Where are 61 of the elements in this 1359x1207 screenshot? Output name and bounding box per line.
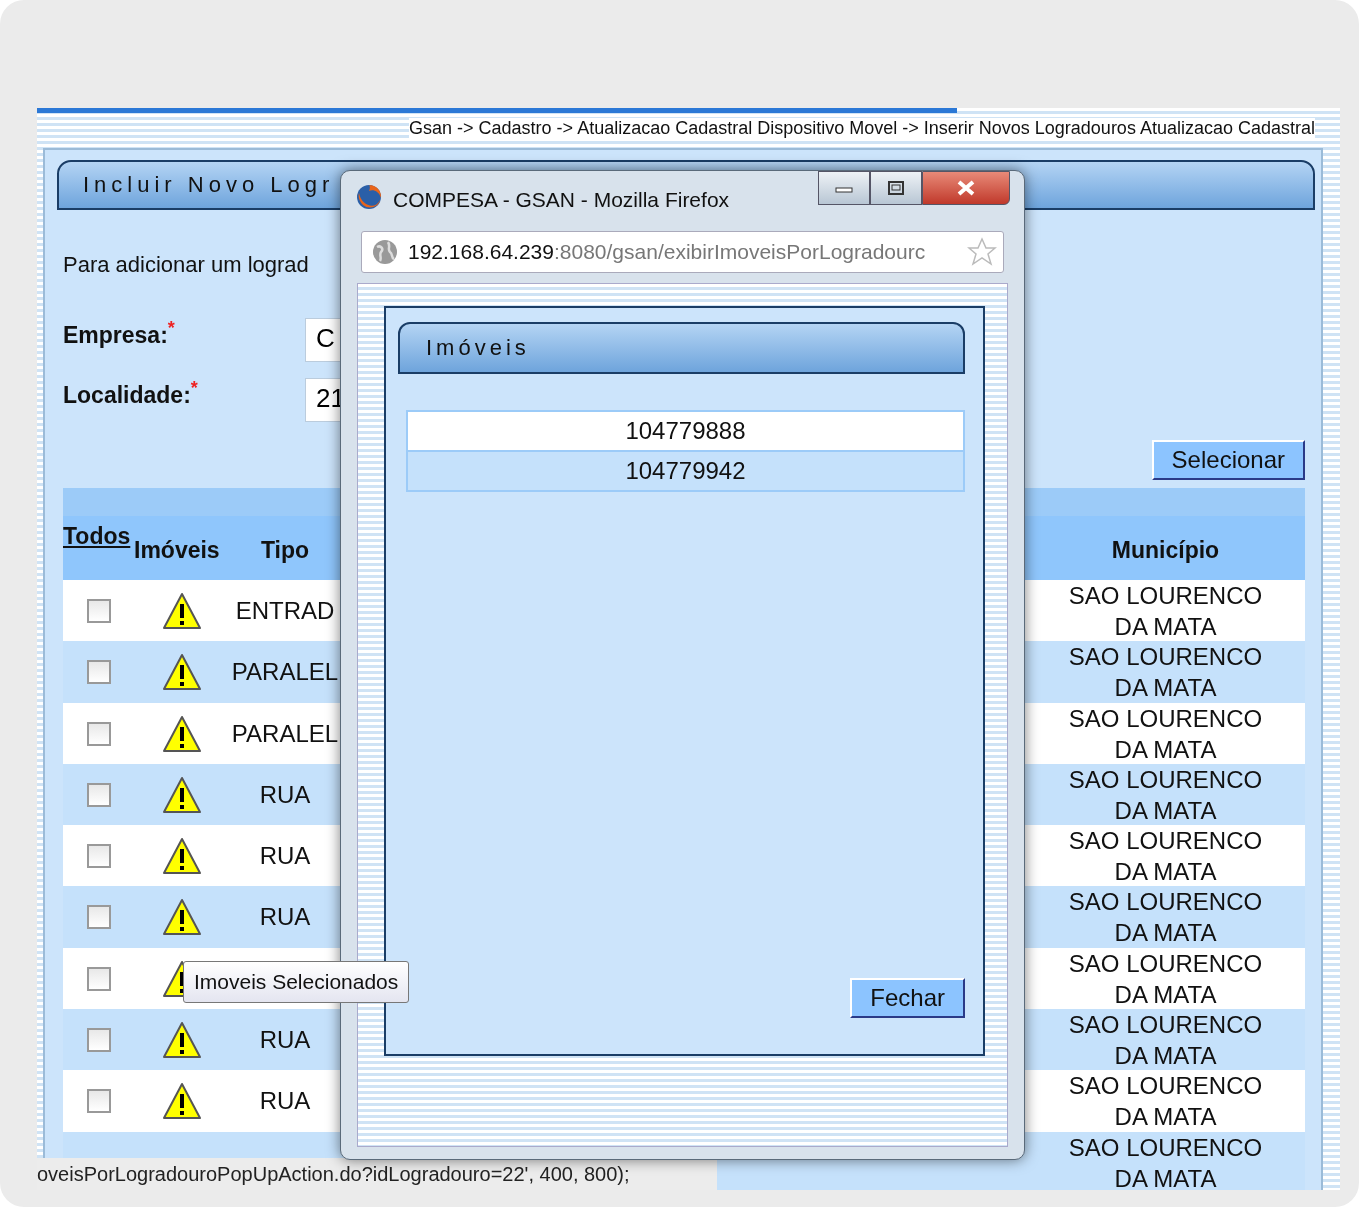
close-dialog-button[interactable]: Fechar [850, 978, 965, 1018]
table-cell-text: SAO LOURENCO DA MATA [1067, 764, 1264, 826]
url-text: 192.168.64.239:8080/gsan/exibirImoveisPorLogradourc [408, 240, 927, 264]
browser-icon [355, 183, 383, 211]
warning-icon[interactable] [161, 1020, 202, 1061]
table-cell-text: SAO LOURENCO DA MATA [1067, 1010, 1264, 1072]
maximize-icon [886, 180, 906, 196]
select-all-link[interactable]: Todos [63, 523, 134, 550]
checkbox[interactable] [86, 1089, 111, 1114]
checkbox[interactable] [86, 905, 111, 930]
select-button[interactable]: Selecionar [1151, 440, 1305, 480]
table-cell: RUA [259, 780, 311, 809]
panel-title: Imóveis [398, 322, 965, 374]
table-cell-text: SAO LOURENCO DA MATA [1067, 1071, 1264, 1133]
field-label: Empresa:$^{*}$ [63, 318, 176, 349]
list-item[interactable]: 104779942 [408, 452, 963, 490]
table-cell-text: SAO LOURENCO DA MATA [1067, 948, 1264, 1010]
tooltip: Imoveis Selecionados [183, 961, 410, 1003]
table-cell: RUA [259, 903, 311, 932]
checkbox[interactable] [86, 782, 111, 807]
warning-icon[interactable] [161, 713, 202, 754]
column-header: Tipo [259, 537, 311, 564]
table-cell: RUA [259, 1026, 311, 1055]
warning-icon[interactable] [161, 897, 202, 938]
globe-icon [372, 239, 398, 265]
table-cell: PARALEL [231, 719, 339, 748]
field-label: Localidade:$^{*}$ [63, 378, 199, 409]
table-cell: PARALEL [231, 658, 339, 687]
table-cell-text: SAO LOURENCO DA MATA [1067, 642, 1264, 704]
table-cell-text: SAO LOURENCO DA MATA [1067, 826, 1264, 888]
close-button[interactable] [922, 171, 1010, 205]
table-cell-text: SAO LOURENCO DA MATA [1067, 703, 1264, 765]
table-cell-text: SAO LOURENCO DA MATA [1067, 887, 1264, 949]
warning-icon[interactable] [161, 774, 202, 815]
warning-icon[interactable] [161, 652, 202, 693]
table-cell-text: SAO LOURENCO DA MATA [1067, 1132, 1264, 1190]
warning-icon[interactable] [161, 1081, 202, 1122]
status-bar: oveisPorLogradouroPopUpAction.do?idLogradouro=22', 400, 800); [37, 1158, 717, 1190]
checkbox[interactable] [86, 966, 111, 991]
maximize-button[interactable] [870, 171, 922, 205]
checkbox[interactable] [86, 599, 111, 623]
table-cell: RUA [259, 1087, 311, 1116]
star-icon[interactable] [967, 237, 997, 267]
checkbox[interactable] [86, 1028, 111, 1053]
list-item[interactable]: 104779888 [408, 412, 963, 452]
table-cell: ENTRAD [235, 597, 335, 625]
address-bar[interactable]: 192.168.64.239:8080/gsan/exibirImoveisPorLogradourc [361, 231, 1004, 273]
column-header: Imóveis [134, 537, 221, 564]
checkbox[interactable] [86, 721, 111, 746]
close-icon [956, 180, 976, 196]
table-cell: RUA [259, 842, 311, 871]
checkbox[interactable] [86, 660, 111, 685]
warning-icon[interactable] [161, 836, 202, 877]
breadcrumb: Gsan -> Cadastro -> Atualizacao Cadastral Dispositivo Movel -> Inserir Novos Logradouros Atualizacao Cadastral [409, 118, 1315, 138]
intro-text: Para adicionar um lograd [63, 252, 309, 278]
table-cell-text: SAO LOURENCO DA MATA [1067, 581, 1264, 642]
minimize-button[interactable] [818, 171, 870, 205]
warning-icon[interactable] [161, 591, 202, 631]
checkbox[interactable] [86, 844, 111, 869]
window-title: COMPESA - GSAN - Mozilla Firefox [393, 187, 731, 212]
column-header: Município [1110, 537, 1221, 564]
